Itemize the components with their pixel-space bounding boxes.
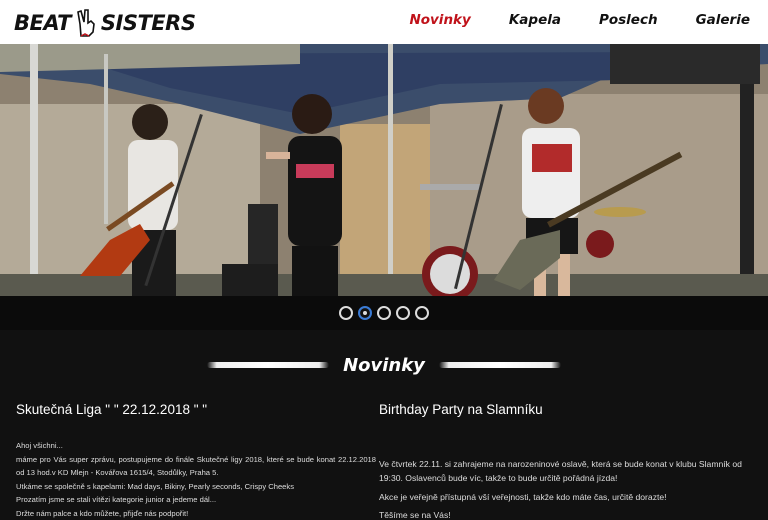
slider-dot-4[interactable] [396, 306, 410, 320]
brush-stroke-left [207, 362, 330, 368]
slider-dot-2[interactable] [358, 306, 372, 320]
hero-slide-image[interactable] [0, 44, 768, 298]
article-title[interactable]: Skutečná Liga " " 22.12.2018 " " [16, 402, 376, 417]
logo-text-beat: BEAT [14, 11, 71, 35]
article-line: máme pro Vás super zprávu, postupujeme d… [16, 454, 376, 478]
section-heading: Novinky [0, 350, 768, 380]
article-line: Utkáme se společně s kapelami: Mad days,… [16, 481, 294, 491]
section-title-text: Novinky [343, 354, 425, 376]
peace-hand-icon [77, 9, 95, 37]
slider-pagination [0, 296, 768, 330]
logo-text-sisters: SISTERS [100, 11, 196, 35]
news-article: Skutečná Liga " " 22.12.2018 " " Ahoj vš… [16, 402, 376, 520]
news-article: Birthday Party na Slamníku Ve čtvrtek 22… [379, 402, 751, 520]
article-line: Prozatím jsme se stali vítězi kategorie … [16, 495, 217, 505]
article-line: Těšíme se na Vás! [379, 510, 451, 520]
article-line: Akce je veřejně přístupná vší veřejnosti… [379, 491, 667, 502]
article-line: Držte nám palce a kdo můžete, přijďe nás… [16, 508, 189, 518]
band-photo [0, 44, 768, 298]
slider-dot-1[interactable] [339, 306, 353, 320]
nav-item-poslech[interactable]: Poslech [599, 12, 658, 28]
nav-item-novinky[interactable]: Novinky [409, 12, 470, 28]
article-title[interactable]: Birthday Party na Slamníku [379, 402, 751, 417]
slider-dot-5[interactable] [415, 306, 429, 320]
nav-item-galerie[interactable]: Galerie [696, 12, 750, 28]
slider-dot-3[interactable] [377, 306, 391, 320]
brush-stroke-right [438, 362, 561, 368]
article-line: Ahoj všichni... [16, 441, 63, 450]
site-header: BEAT SISTERS Novinky Kapela Poslech Gale… [0, 0, 768, 46]
site-logo[interactable]: BEAT SISTERS [14, 6, 196, 40]
article-line: Ve čtvrtek 22.11. si zahrajeme na naroze… [379, 459, 742, 484]
nav-item-kapela[interactable]: Kapela [509, 12, 561, 28]
main-nav: Novinky Kapela Poslech Galerie [409, 12, 750, 28]
